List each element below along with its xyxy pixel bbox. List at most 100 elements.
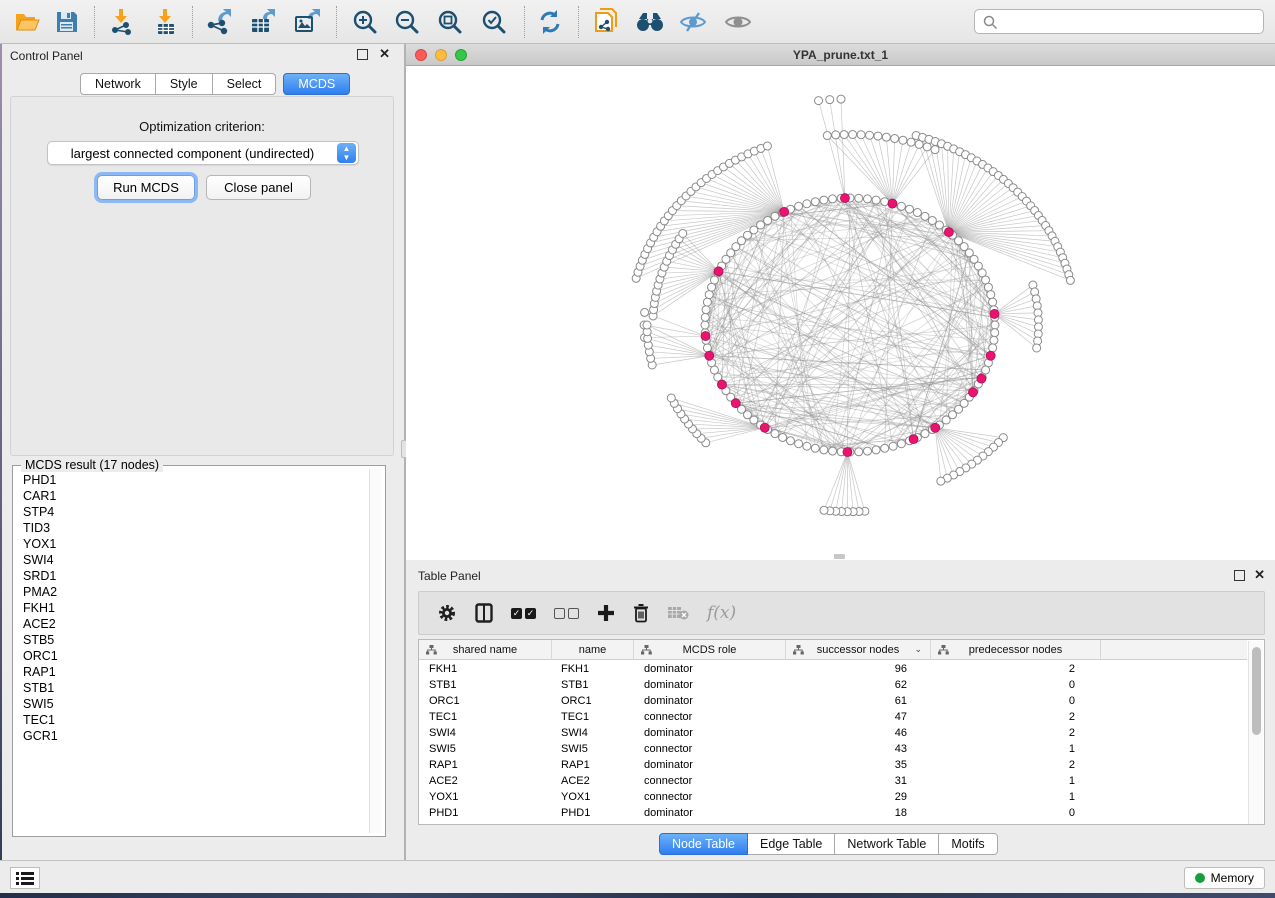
tab-network[interactable]: Network [80, 73, 156, 95]
function-builder-button[interactable]: f(x) [707, 603, 736, 623]
network-window-titlebar[interactable]: YPA_prune.txt_1 [406, 44, 1275, 66]
save-session-button[interactable] [50, 7, 84, 37]
mcds-result-item[interactable]: FKH1 [14, 600, 372, 616]
memory-label: Memory [1211, 871, 1254, 885]
table-cell: 47 [786, 709, 931, 725]
show-all-button[interactable] [721, 7, 755, 37]
column-header-successor-nodes[interactable]: successor nodes ⌄ [786, 640, 931, 660]
table-cell: dominator [634, 661, 786, 677]
network-canvas[interactable] [406, 66, 1275, 560]
table-scrollbar-thumb[interactable] [1252, 647, 1261, 735]
export-network-button[interactable] [202, 7, 236, 37]
zoom-selected-icon [481, 9, 507, 35]
mcds-result-item[interactable]: PMA2 [14, 584, 372, 600]
table-cell: PHD1 [552, 805, 634, 821]
sort-chevron-icon[interactable]: ⌄ [914, 644, 922, 655]
export-image-button[interactable] [290, 7, 324, 37]
mcds-result-item[interactable]: RAP1 [14, 664, 372, 680]
network-graph [406, 66, 1275, 560]
mcds-result-item[interactable]: CAR1 [14, 488, 372, 504]
float-window-icon[interactable] [357, 49, 368, 60]
import-network-button[interactable] [105, 7, 139, 37]
search-input[interactable] [998, 12, 1263, 32]
tab-edge-table[interactable]: Edge Table [748, 833, 835, 855]
add-column-button[interactable] [597, 604, 615, 622]
table-cell: 62 [786, 677, 931, 693]
tab-node-table[interactable]: Node Table [659, 833, 748, 855]
tab-style[interactable]: Style [156, 73, 213, 95]
table-row[interactable]: PHD1PHD1dominator180 [419, 805, 1247, 821]
mcds-result-item[interactable]: ACE2 [14, 616, 372, 632]
mcds-result-item[interactable]: TID3 [14, 520, 372, 536]
mcds-result-item[interactable]: SWI4 [14, 552, 372, 568]
memory-status-dot [1195, 873, 1205, 883]
control-panel-header: Control Panel ✕ [2, 44, 404, 68]
mcds-result-item[interactable]: STP4 [14, 504, 372, 520]
import-table-button[interactable] [149, 7, 183, 37]
zoom-in-icon [352, 9, 378, 35]
close-panel-icon[interactable]: ✕ [1254, 568, 1265, 582]
mcds-result-item[interactable]: STB5 [14, 632, 372, 648]
tab-mcds[interactable]: MCDS [283, 73, 350, 95]
mcds-result-item[interactable]: SWI5 [14, 696, 372, 712]
table-row[interactable]: FKH1FKH1dominator962 [419, 661, 1247, 677]
table-cell: 1 [931, 741, 1101, 757]
tab-select[interactable]: Select [213, 73, 277, 95]
eye-icon [724, 11, 752, 33]
column-header-predecessor-nodes[interactable]: predecessor nodes [931, 640, 1101, 660]
zoom-fit-button[interactable] [433, 7, 467, 37]
tab-network-table[interactable]: Network Table [835, 833, 939, 855]
search-field[interactable] [974, 9, 1264, 34]
mcds-result-item[interactable]: YOX1 [14, 536, 372, 552]
column-header-shared-name[interactable]: shared name [419, 640, 552, 660]
close-panel-button[interactable]: Close panel [206, 175, 311, 200]
column-header-name[interactable]: name [552, 640, 634, 660]
delete-table-button[interactable] [667, 605, 689, 621]
open-file-button[interactable] [10, 7, 44, 37]
mcds-result-item[interactable]: SRD1 [14, 568, 372, 584]
hide-selected-button[interactable] [676, 7, 710, 37]
zoom-out-button[interactable] [390, 7, 424, 37]
mcds-result-item[interactable]: PHD1 [14, 472, 372, 488]
task-history-button[interactable] [10, 867, 40, 889]
new-network-from-selection-button[interactable] [589, 7, 623, 37]
table-settings-button[interactable] [437, 603, 457, 623]
mcds-result-item[interactable]: ORC1 [14, 648, 372, 664]
table-row[interactable]: SWI5SWI5connector431 [419, 741, 1247, 757]
save-icon [56, 11, 78, 33]
run-mcds-button[interactable]: Run MCDS [97, 175, 195, 200]
mcds-list-scrollbar[interactable] [369, 469, 381, 833]
zoom-selected-button[interactable] [477, 7, 511, 37]
show-column-button[interactable] [475, 603, 493, 623]
table-row[interactable]: STB1STB1dominator620 [419, 677, 1247, 693]
table-row[interactable]: SWI4SWI4dominator462 [419, 725, 1247, 741]
table-scrollbar[interactable] [1248, 641, 1263, 824]
column-header-mcds-role[interactable]: MCDS role [634, 640, 786, 660]
mcds-result-item[interactable]: STB1 [14, 680, 372, 696]
network-document-icon [594, 8, 618, 36]
columns-icon [475, 603, 493, 623]
mcds-result-item[interactable]: TEC1 [14, 712, 372, 728]
table-row[interactable]: TEC1TEC1connector472 [419, 709, 1247, 725]
tab-motifs[interactable]: Motifs [939, 833, 997, 855]
network-hscroll-thumb[interactable] [834, 554, 845, 559]
table-row[interactable]: ACE2ACE2connector311 [419, 773, 1247, 789]
zoom-in-button[interactable] [348, 7, 382, 37]
float-window-icon[interactable] [1234, 570, 1245, 581]
memory-button[interactable]: Memory [1184, 867, 1265, 889]
criterion-dropdown[interactable]: largest connected component (undirected)… [47, 141, 359, 165]
delete-column-button[interactable] [633, 603, 649, 623]
find-button[interactable] [633, 7, 667, 37]
table-row[interactable]: YOX1YOX1connector291 [419, 789, 1247, 805]
close-panel-icon[interactable]: ✕ [379, 47, 390, 61]
table-cell: TEC1 [552, 709, 634, 725]
mcds-result-list[interactable]: PHD1CAR1STP4TID3YOX1SWI4SRD1PMA2FKH1ACE2… [14, 472, 372, 832]
table-row[interactable]: ORC1ORC1dominator610 [419, 693, 1247, 709]
deselect-all-columns-button[interactable] [554, 608, 579, 619]
select-all-columns-button[interactable]: ✓ ✓ [511, 608, 536, 619]
refresh-button[interactable] [533, 7, 567, 37]
control-panel-tabs: Network Style Select MCDS [80, 73, 350, 95]
table-row[interactable]: RAP1RAP1dominator352 [419, 757, 1247, 773]
export-table-button[interactable] [246, 7, 280, 37]
mcds-result-item[interactable]: GCR1 [14, 728, 372, 744]
